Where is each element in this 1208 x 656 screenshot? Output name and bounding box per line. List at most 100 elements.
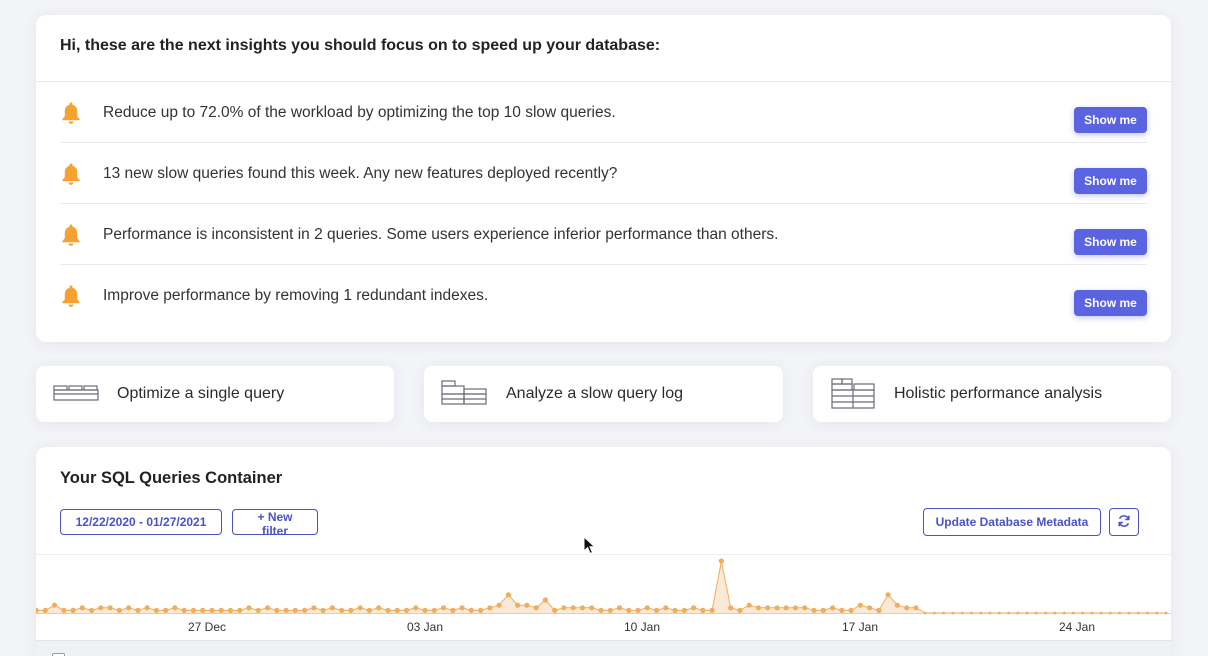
chart-data-point[interactable] xyxy=(1044,611,1047,615)
chart-data-point[interactable] xyxy=(552,607,558,613)
chart-data-point[interactable] xyxy=(1025,611,1029,615)
show-me-button[interactable]: Show me xyxy=(1074,290,1147,316)
chart-data-point[interactable] xyxy=(274,607,280,613)
chart-data-point[interactable] xyxy=(135,607,141,613)
chart-data-point[interactable] xyxy=(894,602,901,608)
chart-data-point[interactable] xyxy=(988,611,992,615)
chart-data-point[interactable] xyxy=(654,607,660,613)
chart-data-point[interactable] xyxy=(644,605,650,611)
chart-data-point[interactable] xyxy=(951,611,955,615)
chart-data-point[interactable] xyxy=(1016,611,1020,615)
chart-data-point[interactable] xyxy=(357,605,363,611)
chart-data-point[interactable] xyxy=(1155,611,1159,615)
chart-data-point[interactable] xyxy=(163,607,169,613)
chart-data-point[interactable] xyxy=(1007,611,1010,615)
chart-data-point[interactable] xyxy=(830,605,836,611)
chart-data-point[interactable] xyxy=(70,607,76,613)
chart-data-point[interactable] xyxy=(876,607,882,613)
chart-data-point[interactable] xyxy=(431,607,437,613)
chart-data-point[interactable] xyxy=(126,605,132,611)
chart-data-point[interactable] xyxy=(672,607,678,613)
chart-data-point[interactable] xyxy=(459,605,465,611)
chart-data-point[interactable] xyxy=(867,605,873,611)
chart-data-point[interactable] xyxy=(181,607,187,613)
date-range-button[interactable]: 12/22/2020 - 01/27/2021 xyxy=(60,509,222,535)
analyze-slow-query-log-card[interactable]: Analyze a slow query log xyxy=(424,366,783,422)
chart-data-point[interactable] xyxy=(311,605,317,611)
chart-data-point[interactable] xyxy=(227,607,234,613)
chart-data-point[interactable] xyxy=(848,607,854,613)
chart-data-point[interactable] xyxy=(1136,611,1140,615)
chart-data-point[interactable] xyxy=(579,605,586,611)
chart-data-point[interactable] xyxy=(422,607,428,613)
chart-data-point[interactable] xyxy=(413,605,419,611)
holistic-performance-analysis-card[interactable]: Holistic performance analysis xyxy=(813,366,1171,422)
chart-data-point[interactable] xyxy=(737,607,743,613)
chart-data-point[interactable] xyxy=(718,558,725,564)
chart-data-point[interactable] xyxy=(385,607,391,613)
chart-data-point[interactable] xyxy=(904,605,910,611)
optimize-single-query-card[interactable]: Optimize a single query xyxy=(36,366,394,422)
chart-data-point[interactable] xyxy=(997,611,1001,615)
chart-data-point[interactable] xyxy=(51,602,58,608)
chart-data-point[interactable] xyxy=(857,602,863,608)
chart-data-point[interactable] xyxy=(218,607,224,613)
chart-data-point[interactable] xyxy=(440,605,447,611)
chart-data-point[interactable] xyxy=(533,605,539,611)
chart-data-point[interactable] xyxy=(42,607,48,613)
chart-data-point[interactable] xyxy=(570,605,576,611)
chart-data-point[interactable] xyxy=(79,605,85,611)
chart-data-point[interactable] xyxy=(450,607,456,613)
chart-data-point[interactable] xyxy=(61,607,67,613)
chart-data-point[interactable] xyxy=(728,605,734,611)
chart-data-point[interactable] xyxy=(255,607,261,613)
update-database-metadata-button[interactable]: Update Database Metadata xyxy=(923,508,1101,536)
chart-data-point[interactable] xyxy=(292,607,298,613)
chart-data-point[interactable] xyxy=(802,605,808,611)
chart-data-point[interactable] xyxy=(1164,611,1168,615)
chart-data-point[interactable] xyxy=(774,605,780,611)
new-filter-button[interactable]: + New filter xyxy=(232,509,318,538)
chart-data-point[interactable] xyxy=(153,607,159,613)
chart-data-point[interactable] xyxy=(979,611,983,615)
chart-data-point[interactable] xyxy=(144,605,150,611)
chart-data-point[interactable] xyxy=(190,607,197,613)
chart-data-point[interactable] xyxy=(839,607,845,613)
chart-data-point[interactable] xyxy=(98,605,104,611)
show-me-button[interactable]: Show me xyxy=(1074,229,1147,255)
chart-data-point[interactable] xyxy=(542,597,548,603)
chart-data-point[interactable] xyxy=(468,607,474,613)
chart-data-point[interactable] xyxy=(376,605,382,611)
chart-data-point[interactable] xyxy=(505,592,511,598)
chart-data-point[interactable] xyxy=(339,607,345,613)
refresh-button[interactable] xyxy=(1109,508,1139,536)
chart-data-point[interactable] xyxy=(1081,611,1084,615)
chart-data-point[interactable] xyxy=(923,611,927,615)
chart-data-point[interactable] xyxy=(1127,611,1131,615)
chart-data-point[interactable] xyxy=(709,607,715,613)
chart-data-point[interactable] xyxy=(89,607,95,613)
chart-data-point[interactable] xyxy=(524,602,530,608)
chart-data-point[interactable] xyxy=(515,602,521,608)
chart-data-point[interactable] xyxy=(496,602,502,608)
chart-data-point[interactable] xyxy=(626,607,632,613)
chart-data-point[interactable] xyxy=(172,605,178,611)
chart-data-point[interactable] xyxy=(933,611,936,615)
chart-data-point[interactable] xyxy=(320,607,326,613)
chart-data-point[interactable] xyxy=(366,607,372,613)
chart-data-point[interactable] xyxy=(635,607,641,613)
chart-data-point[interactable] xyxy=(970,611,973,615)
chart-data-point[interactable] xyxy=(1072,611,1075,615)
chart-data-point[interactable] xyxy=(116,607,122,613)
chart-data-point[interactable] xyxy=(561,605,567,611)
chart-data-point[interactable] xyxy=(820,607,826,613)
chart-data-point[interactable] xyxy=(589,605,595,611)
chart-data-point[interactable] xyxy=(200,607,206,613)
chart-data-point[interactable] xyxy=(885,592,891,598)
chart-data-point[interactable] xyxy=(765,605,771,611)
chart-data-point[interactable] xyxy=(209,607,215,613)
chart-data-point[interactable] xyxy=(1034,611,1038,615)
show-me-button[interactable]: Show me xyxy=(1074,168,1147,194)
chart-data-point[interactable] xyxy=(283,607,289,613)
chart-data-point[interactable] xyxy=(755,605,762,611)
